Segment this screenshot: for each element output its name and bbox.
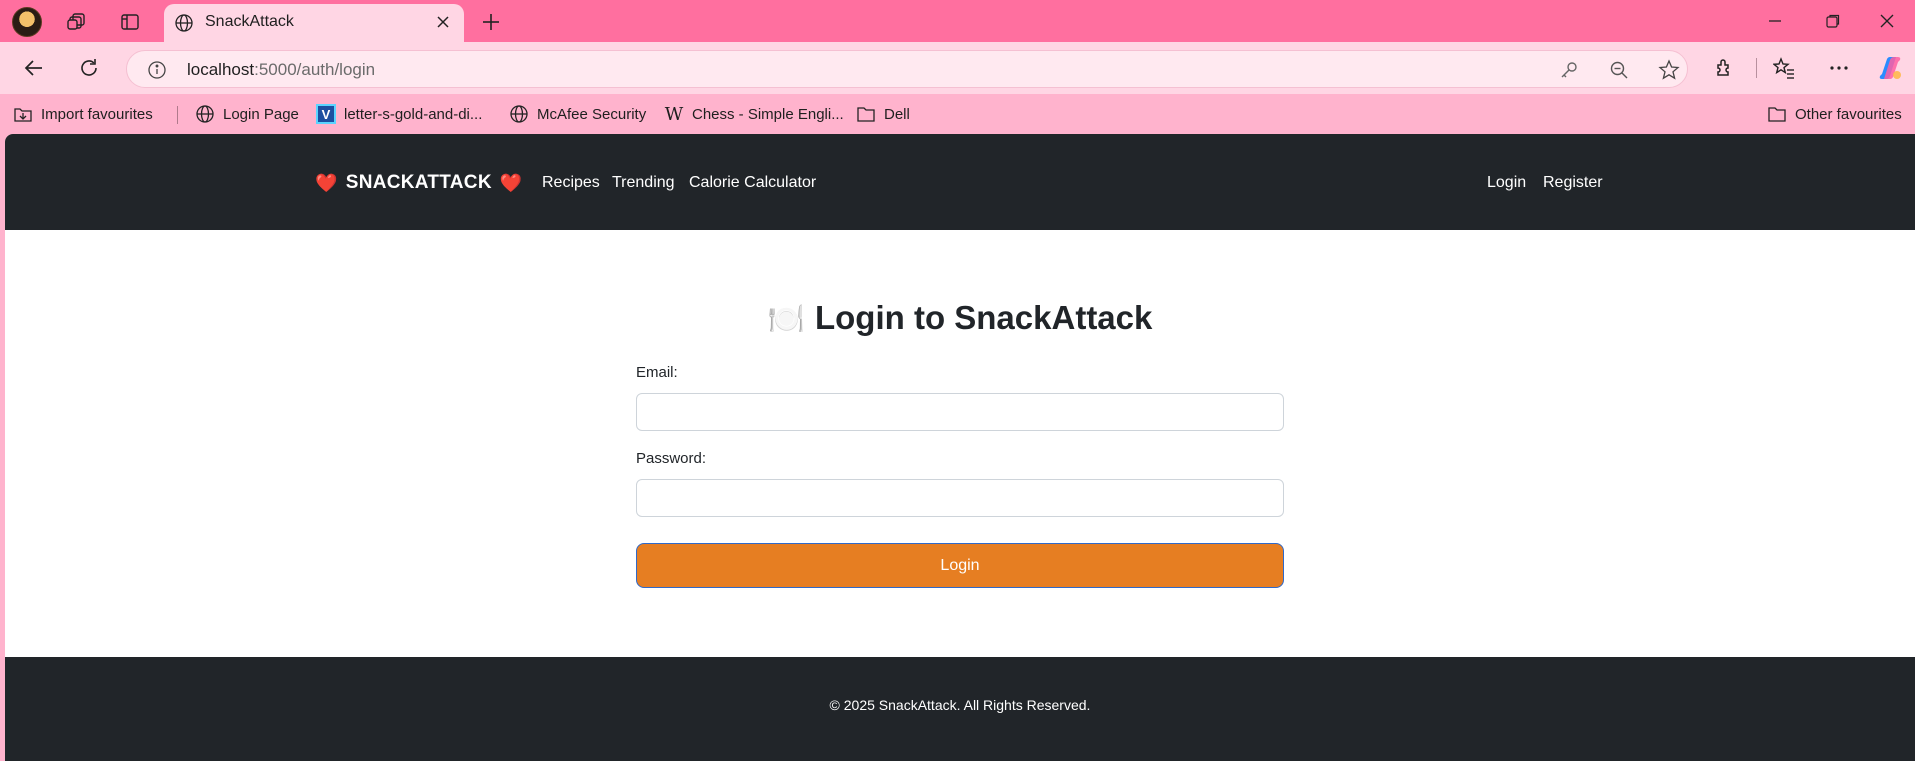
copyright-text: © 2025 SnackAttack. All Rights Reserved. (829, 697, 1091, 713)
email-field[interactable] (636, 393, 1284, 431)
close-tab-icon[interactable] (434, 13, 452, 36)
page-viewport: ❤️ SNACKATTACK ❤️ Recipes Trending Calor… (5, 134, 1915, 761)
nav-trending[interactable]: Trending (612, 174, 675, 192)
back-arrow-icon[interactable] (18, 52, 50, 84)
copilot-icon[interactable] (1874, 52, 1906, 84)
v-logo-icon: V (316, 104, 336, 124)
email-label: Email: (636, 364, 678, 381)
profile-avatar[interactable] (12, 7, 42, 37)
bookmark-mcafee-security[interactable]: McAfee Security (509, 103, 646, 125)
folder-icon (857, 107, 875, 122)
folder-icon (1768, 107, 1786, 122)
heart-icon: ❤️ (315, 172, 338, 193)
bookmark-import-favourites[interactable]: Import favourites (13, 103, 153, 125)
bookmark-divider (177, 106, 178, 124)
login-button[interactable]: Login (636, 543, 1284, 588)
bookmark-other-favourites[interactable]: Other favourites (1767, 103, 1902, 125)
bookmark-label: Other favourites (1795, 105, 1902, 123)
restore-icon[interactable] (1813, 8, 1853, 34)
bookmark-label: Dell (884, 105, 910, 123)
url-text[interactable]: localhost:5000/auth/login (187, 60, 375, 80)
workspaces-icon[interactable] (62, 7, 92, 37)
browser-tab-bar: SnackAttack (0, 0, 1915, 42)
bookmark-label: Login Page (223, 105, 299, 123)
bookmark-label: McAfee Security (537, 105, 647, 123)
password-field[interactable] (636, 479, 1284, 517)
more-menu-icon[interactable] (1823, 52, 1855, 84)
page-title: 🍽️ Login to SnackAttack (5, 299, 1915, 337)
url-host: localhost (187, 60, 255, 79)
bookmarks-bar: Import favourites Login Page V letter-s-… (0, 94, 1915, 134)
bookmark-dell[interactable]: Dell (856, 103, 910, 125)
address-bar[interactable]: localhost:5000/auth/login (126, 50, 1688, 88)
site-brand[interactable]: ❤️ SNACKATTACK ❤️ (315, 172, 523, 194)
key-icon[interactable] (1558, 59, 1580, 81)
bookmark-label: Import favourites (41, 105, 153, 123)
bookmark-login-page[interactable]: Login Page (195, 103, 299, 125)
extensions-icon[interactable] (1708, 52, 1740, 84)
import-icon (14, 108, 32, 122)
bookmark-chess[interactable]: W Chess - Simple Engli... (664, 103, 844, 125)
tab-title: SnackAttack (205, 13, 294, 30)
nav-register[interactable]: Register (1543, 174, 1603, 192)
active-tab[interactable]: SnackAttack (164, 4, 464, 42)
nav-recipes[interactable]: Recipes (542, 174, 600, 192)
site-info-icon[interactable] (147, 60, 167, 85)
url-path: :5000/auth/login (254, 60, 376, 79)
site-header: ❤️ SNACKATTACK ❤️ Recipes Trending Calor… (5, 134, 1915, 230)
toolbar-divider (1756, 58, 1757, 78)
bookmark-label: letter-s-gold-and-di... (344, 105, 483, 123)
password-label: Password: (636, 450, 707, 467)
page-title-text: Login to SnackAttack (814, 299, 1153, 336)
vertical-tabs-icon[interactable] (115, 7, 145, 37)
minimize-icon[interactable] (1755, 8, 1795, 34)
globe-icon (510, 105, 528, 123)
globe-icon (174, 13, 194, 38)
zoom-out-icon[interactable] (1608, 59, 1630, 81)
brand-name: SNACKATTACK (345, 172, 492, 193)
bookmark-letter-s[interactable]: V letter-s-gold-and-di... (316, 103, 482, 125)
new-tab-icon[interactable] (476, 7, 506, 37)
close-window-icon[interactable] (1867, 8, 1907, 34)
site-footer: © 2025 SnackAttack. All Rights Reserved. (5, 657, 1915, 761)
nav-calorie-calculator[interactable]: Calorie Calculator (689, 174, 816, 192)
nav-login[interactable]: Login (1487, 174, 1526, 192)
bookmark-label: Chess - Simple Engli... (692, 105, 844, 123)
plate-icon: 🍽️ (767, 303, 805, 336)
browser-toolbar: localhost:5000/auth/login (0, 42, 1915, 94)
heart-icon: ❤️ (499, 172, 523, 193)
wikipedia-icon: W (664, 103, 684, 125)
refresh-icon[interactable] (73, 52, 105, 84)
favorites-list-icon[interactable] (1768, 52, 1800, 84)
favorite-star-icon[interactable] (1658, 59, 1680, 81)
globe-icon (196, 105, 214, 123)
